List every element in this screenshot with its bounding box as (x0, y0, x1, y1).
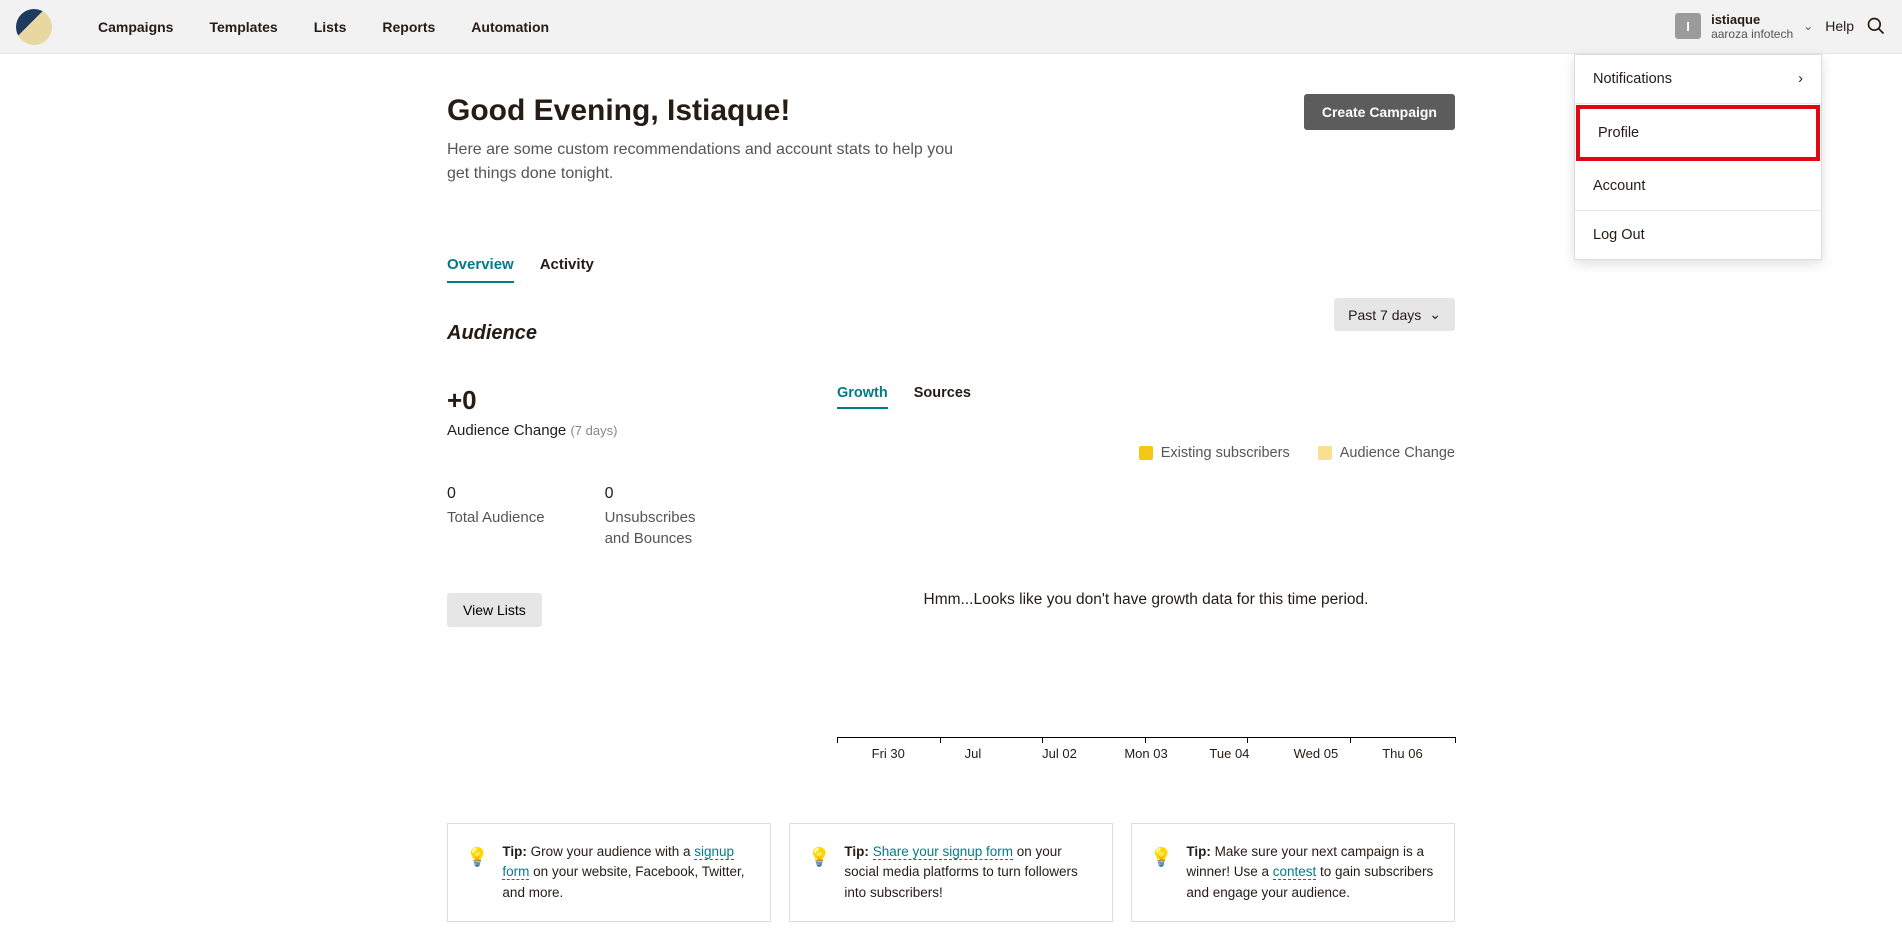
audience-change-value: +0 (447, 385, 757, 416)
chevron-down-icon: ⌄ (1429, 306, 1441, 323)
tip-card: 💡 Tip: Make sure your next campaign is a… (1131, 823, 1455, 922)
audience-change-period: (7 days) (570, 423, 617, 438)
stat-value: 0 (605, 485, 725, 503)
chart-legend: Existing subscribers Audience Change (837, 445, 1455, 461)
audience-right: Growth Sources Existing subscribers Audi… (837, 385, 1455, 761)
axis-tick: Tue 04 (1209, 746, 1249, 761)
stat-label: Unsubscribes and Bounces (605, 507, 725, 549)
legend-swatch-icon (1139, 446, 1153, 460)
main-container: Good Evening, Istiaque! Here are some cu… (435, 94, 1467, 922)
greeting-block: Good Evening, Istiaque! Here are some cu… (447, 94, 967, 186)
main-nav: Campaigns Templates Lists Reports Automa… (80, 0, 567, 54)
audience-header: Audience Past 7 days ⌄ (447, 284, 1455, 345)
greeting-subtitle: Here are some custom recommendations and… (447, 138, 967, 186)
lightbulb-icon: 💡 (808, 844, 830, 903)
tip-text: Tip: Grow your audience with a signup fo… (502, 842, 752, 903)
nav-campaigns[interactable]: Campaigns (80, 0, 191, 54)
nav-reports[interactable]: Reports (364, 0, 453, 54)
dropdown-profile[interactable]: Profile (1576, 105, 1820, 161)
tip-prefix: Tip: (1186, 844, 1211, 859)
greeting-title: Good Evening, Istiaque! (447, 94, 967, 128)
axis-tick: Wed 05 (1294, 746, 1339, 761)
search-icon[interactable] (1866, 16, 1886, 36)
dropdown-notifications-label: Notifications (1593, 71, 1672, 87)
user-menu-toggle[interactable]: I istiaque aaroza infotech ⌄ (1675, 12, 1813, 42)
tab-activity[interactable]: Activity (540, 256, 594, 283)
greeting-row: Good Evening, Istiaque! Here are some cu… (447, 94, 1455, 186)
axis-tick: Jul 02 (1042, 746, 1077, 761)
tip-link[interactable]: contest (1273, 864, 1317, 880)
chart-x-axis: Fri 30 Jul Jul 02 Mon 03 Tue 04 Wed 05 T… (837, 737, 1455, 761)
axis-tick: Fri 30 (872, 746, 905, 761)
subtab-growth[interactable]: Growth (837, 385, 888, 409)
lightbulb-icon: 💡 (1150, 844, 1172, 903)
tab-overview[interactable]: Overview (447, 256, 514, 283)
mailchimp-logo[interactable] (16, 9, 52, 45)
audience-change-label-text: Audience Change (447, 422, 566, 439)
nav-automation[interactable]: Automation (453, 0, 567, 54)
dropdown-logout-label: Log Out (1593, 227, 1645, 243)
top-header: Campaigns Templates Lists Reports Automa… (0, 0, 1902, 54)
axis-tick: Thu 06 (1382, 746, 1422, 761)
legend-existing-label: Existing subscribers (1161, 445, 1290, 461)
nav-lists[interactable]: Lists (296, 0, 365, 54)
nav-templates[interactable]: Templates (191, 0, 295, 54)
subtab-sources[interactable]: Sources (914, 385, 971, 409)
user-dropdown: Notifications › Profile Account Log Out (1574, 54, 1822, 260)
tip-text-1: Grow your audience with a (527, 844, 694, 859)
dropdown-logout[interactable]: Log Out (1575, 211, 1821, 259)
tips-row: 💡 Tip: Grow your audience with a signup … (447, 823, 1455, 922)
audience-left: +0 Audience Change (7 days) 0 Total Audi… (447, 385, 757, 761)
header-right: I istiaque aaroza infotech ⌄ Help (1675, 12, 1886, 42)
help-link[interactable]: Help (1825, 18, 1854, 34)
dropdown-notifications[interactable]: Notifications › (1575, 55, 1821, 104)
tip-text: Tip: Make sure your next campaign is a w… (1186, 842, 1436, 903)
tip-text: Tip: Share your signup form on your soci… (844, 842, 1094, 903)
axis-tick: Mon 03 (1124, 746, 1167, 761)
user-org: aaroza infotech (1711, 27, 1793, 41)
legend-existing: Existing subscribers (1139, 445, 1290, 461)
user-avatar: I (1675, 13, 1701, 39)
user-text: istiaque aaroza infotech (1711, 12, 1793, 42)
legend-change-label: Audience Change (1340, 445, 1455, 461)
no-growth-data-message: Hmm...Looks like you don't have growth d… (837, 591, 1455, 609)
stat-label: Total Audience (447, 507, 545, 528)
audience-block: +0 Audience Change (7 days) 0 Total Audi… (447, 385, 1455, 761)
axis-tick: Jul (965, 746, 982, 761)
tip-text-2: on your website, Facebook, Twitter, and … (502, 864, 744, 899)
chevron-down-icon: ⌄ (1803, 19, 1813, 33)
growth-subtabs: Growth Sources (837, 385, 1455, 409)
stat-unsub-bounces: 0 Unsubscribes and Bounces (605, 485, 725, 549)
stat-total-audience: 0 Total Audience (447, 485, 545, 549)
tip-card: 💡 Tip: Grow your audience with a signup … (447, 823, 771, 922)
chevron-right-icon: › (1798, 71, 1803, 87)
user-name: istiaque (1711, 12, 1793, 28)
dropdown-account[interactable]: Account (1575, 162, 1821, 211)
audience-change-label: Audience Change (7 days) (447, 422, 757, 439)
audience-title: Audience (447, 322, 537, 345)
dropdown-account-label: Account (1593, 178, 1645, 194)
dropdown-profile-label: Profile (1598, 125, 1639, 141)
tip-prefix: Tip: (844, 844, 869, 859)
time-range-selector[interactable]: Past 7 days ⌄ (1334, 298, 1455, 331)
tip-card: 💡 Tip: Share your signup form on your so… (789, 823, 1113, 922)
tip-link[interactable]: Share your signup form (873, 844, 1013, 860)
stat-value: 0 (447, 485, 545, 503)
view-lists-button[interactable]: View Lists (447, 593, 542, 627)
legend-swatch-icon (1318, 446, 1332, 460)
create-campaign-button[interactable]: Create Campaign (1304, 94, 1455, 130)
dashboard-tabs: Overview Activity (447, 256, 1455, 284)
legend-change: Audience Change (1318, 445, 1455, 461)
lightbulb-icon: 💡 (466, 844, 488, 903)
stats-row: 0 Total Audience 0 Unsubscribes and Boun… (447, 485, 757, 549)
tip-prefix: Tip: (502, 844, 527, 859)
time-range-label: Past 7 days (1348, 307, 1421, 323)
